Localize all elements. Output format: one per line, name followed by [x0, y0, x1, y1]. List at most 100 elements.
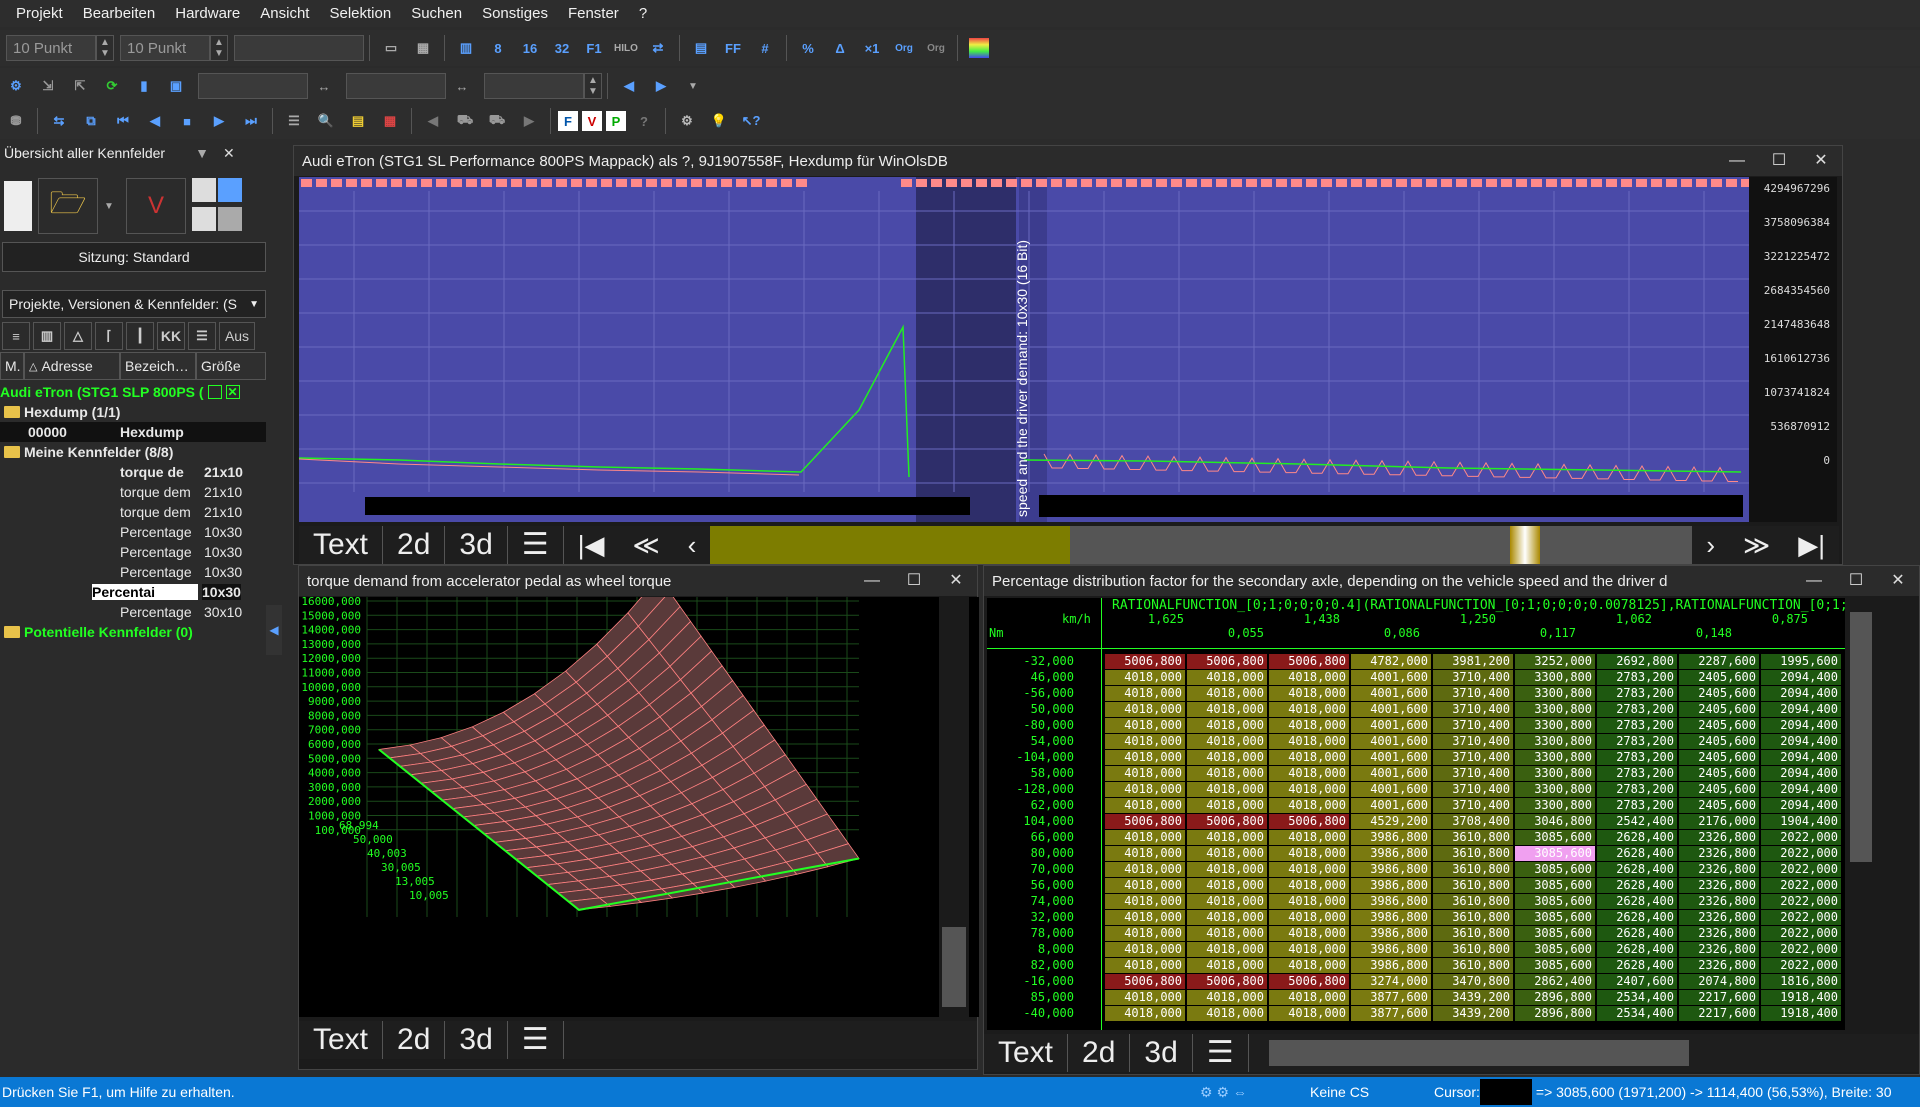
- project-options-icon[interactable]: [207, 385, 222, 399]
- prev-gray-icon[interactable]: ◀: [419, 107, 447, 135]
- table-cell[interactable]: 4018,000: [1187, 718, 1267, 733]
- table-cell[interactable]: 2094,400: [1761, 798, 1841, 813]
- table-cell[interactable]: 4018,000: [1187, 798, 1267, 813]
- table-cell[interactable]: 2405,600: [1679, 718, 1759, 733]
- table-cell[interactable]: 2628,400: [1597, 958, 1677, 973]
- new-save-icon[interactable]: [4, 181, 32, 231]
- table-cell[interactable]: 4018,000: [1269, 862, 1349, 877]
- spin-updown-icon[interactable]: ▲ ▼: [96, 35, 114, 61]
- diff-icon[interactable]: Org: [922, 34, 950, 62]
- table-cell[interactable]: 3610,800: [1433, 862, 1513, 877]
- table-cell[interactable]: 4018,000: [1187, 862, 1267, 877]
- table-cell[interactable]: 3300,800: [1515, 702, 1595, 717]
- tab-text[interactable]: Text: [299, 1021, 384, 1059]
- map-tree-icon[interactable]: ⚙: [2, 72, 30, 100]
- highlight-icon[interactable]: ▤: [344, 107, 372, 135]
- tree-map-item[interactable]: torque dem 21x10: [0, 502, 266, 522]
- arrows-lr-icon[interactable]: ↔: [448, 72, 476, 100]
- color-bar-icon[interactable]: [965, 34, 993, 62]
- first-icon[interactable]: ⏮: [109, 107, 137, 135]
- table-cell[interactable]: 4018,000: [1269, 990, 1349, 1005]
- table-cell[interactable]: 1995,600: [1761, 654, 1841, 669]
- table-cell[interactable]: 3610,800: [1433, 878, 1513, 893]
- table-cell[interactable]: 2094,400: [1761, 702, 1841, 717]
- table-cell[interactable]: 4018,000: [1105, 862, 1185, 877]
- table-cell[interactable]: 3085,600: [1515, 862, 1595, 877]
- table-cell[interactable]: 4001,600: [1351, 782, 1431, 797]
- tree-hexdump-item[interactable]: 00000 Hexdump: [0, 422, 266, 442]
- tab-3d[interactable]: 3d: [1130, 1034, 1193, 1072]
- table-cell[interactable]: 3300,800: [1515, 718, 1595, 733]
- table-cell[interactable]: 4018,000: [1105, 734, 1185, 749]
- table-cell[interactable]: 3252,000: [1515, 654, 1595, 669]
- table-cell[interactable]: 4018,000: [1105, 830, 1185, 845]
- factor-icon[interactable]: ×1: [858, 34, 886, 62]
- dropdown-icon[interactable]: ▼: [679, 72, 707, 100]
- table-cell[interactable]: 4018,000: [1187, 910, 1267, 925]
- menu-hardware[interactable]: Hardware: [165, 5, 250, 22]
- tab-2d[interactable]: 2d: [1068, 1034, 1131, 1072]
- table-cell[interactable]: 4529,200: [1351, 814, 1431, 829]
- table-cell[interactable]: 3085,600: [1515, 894, 1595, 909]
- table-cell[interactable]: 3986,800: [1351, 846, 1431, 861]
- table-cell[interactable]: 4001,600: [1351, 750, 1431, 765]
- car2-icon[interactable]: ⛟: [483, 107, 511, 135]
- hexdump-plot[interactable]: speed and the driver demand: 10x30 (16 B…: [299, 177, 1837, 522]
- table-cell[interactable]: 4018,000: [1269, 910, 1349, 925]
- font-size-spinner-1[interactable]: 10 Punkt: [6, 35, 96, 61]
- close-icon[interactable]: ✕: [1800, 146, 1842, 176]
- table-cell[interactable]: 2783,200: [1597, 670, 1677, 685]
- lines-icon[interactable]: ☰: [188, 322, 216, 350]
- table-cell[interactable]: 5006,800: [1105, 814, 1185, 829]
- tree-project[interactable]: Audi eTron (STG1 SLP 800PS ( ✕: [0, 382, 266, 402]
- table-cell[interactable]: 1904,400: [1761, 814, 1841, 829]
- table-cell[interactable]: 4018,000: [1105, 798, 1185, 813]
- percent-icon[interactable]: %: [794, 34, 822, 62]
- table-cell[interactable]: 3710,400: [1433, 686, 1513, 701]
- table-cell[interactable]: 4018,000: [1269, 766, 1349, 781]
- table-cell[interactable]: 2405,600: [1679, 702, 1759, 717]
- table-cell[interactable]: 3610,800: [1433, 830, 1513, 845]
- table-cell[interactable]: 2022,000: [1761, 846, 1841, 861]
- tree-map-item[interactable]: Percentage 10x30: [0, 522, 266, 542]
- table-cell[interactable]: 2628,400: [1597, 878, 1677, 893]
- table-cell[interactable]: 4018,000: [1105, 910, 1185, 925]
- tree-map-item[interactable]: Percentai 10x30: [0, 582, 266, 602]
- table-vscroll[interactable]: [1846, 598, 1876, 1030]
- last-page-icon[interactable]: ▶|: [1784, 526, 1839, 564]
- back-icon[interactable]: ◀: [141, 107, 169, 135]
- table-cell[interactable]: 2405,600: [1679, 798, 1759, 813]
- table-cell[interactable]: 4018,000: [1187, 894, 1267, 909]
- options-icon[interactable]: ☰: [1193, 1034, 1249, 1072]
- menu-ansicht[interactable]: Ansicht: [250, 5, 319, 22]
- session-button[interactable]: Sitzung: Standard: [2, 242, 266, 272]
- table-cell[interactable]: 4018,000: [1105, 782, 1185, 797]
- table-cell[interactable]: 2783,200: [1597, 766, 1677, 781]
- table-cell[interactable]: 4018,000: [1105, 1006, 1185, 1021]
- p-icon[interactable]: P: [606, 111, 626, 131]
- float-icon[interactable]: F1: [580, 34, 608, 62]
- table-cell[interactable]: 4018,000: [1187, 734, 1267, 749]
- f-icon[interactable]: F: [558, 111, 578, 131]
- tab-3d[interactable]: 3d: [445, 1021, 508, 1059]
- table-cell[interactable]: 2176,000: [1679, 814, 1759, 829]
- ruler-icon[interactable]: ▥: [33, 322, 61, 350]
- table-cell[interactable]: 2326,800: [1679, 862, 1759, 877]
- col-name[interactable]: Bezeich…: [120, 352, 196, 380]
- table-cell[interactable]: 2628,400: [1597, 926, 1677, 941]
- table-cell[interactable]: 3610,800: [1433, 894, 1513, 909]
- tree-map-item[interactable]: torque dem 21x10: [0, 482, 266, 502]
- aus-button[interactable]: Aus: [219, 322, 255, 350]
- split-icon[interactable]: ⧉: [77, 107, 105, 135]
- table-cell[interactable]: 2326,800: [1679, 958, 1759, 973]
- help-gray-icon[interactable]: ?: [630, 107, 658, 135]
- tab-text[interactable]: Text: [299, 526, 384, 564]
- panel-dropdown-icon[interactable]: ▼: [195, 145, 209, 161]
- table-cell[interactable]: 3300,800: [1515, 686, 1595, 701]
- table-cell[interactable]: 4018,000: [1105, 750, 1185, 765]
- table-cell[interactable]: 4018,000: [1269, 830, 1349, 845]
- table-cell[interactable]: 4018,000: [1105, 718, 1185, 733]
- table-cell[interactable]: 3981,200: [1433, 654, 1513, 669]
- table-cell[interactable]: 4018,000: [1269, 686, 1349, 701]
- table-cell[interactable]: 3710,400: [1433, 702, 1513, 717]
